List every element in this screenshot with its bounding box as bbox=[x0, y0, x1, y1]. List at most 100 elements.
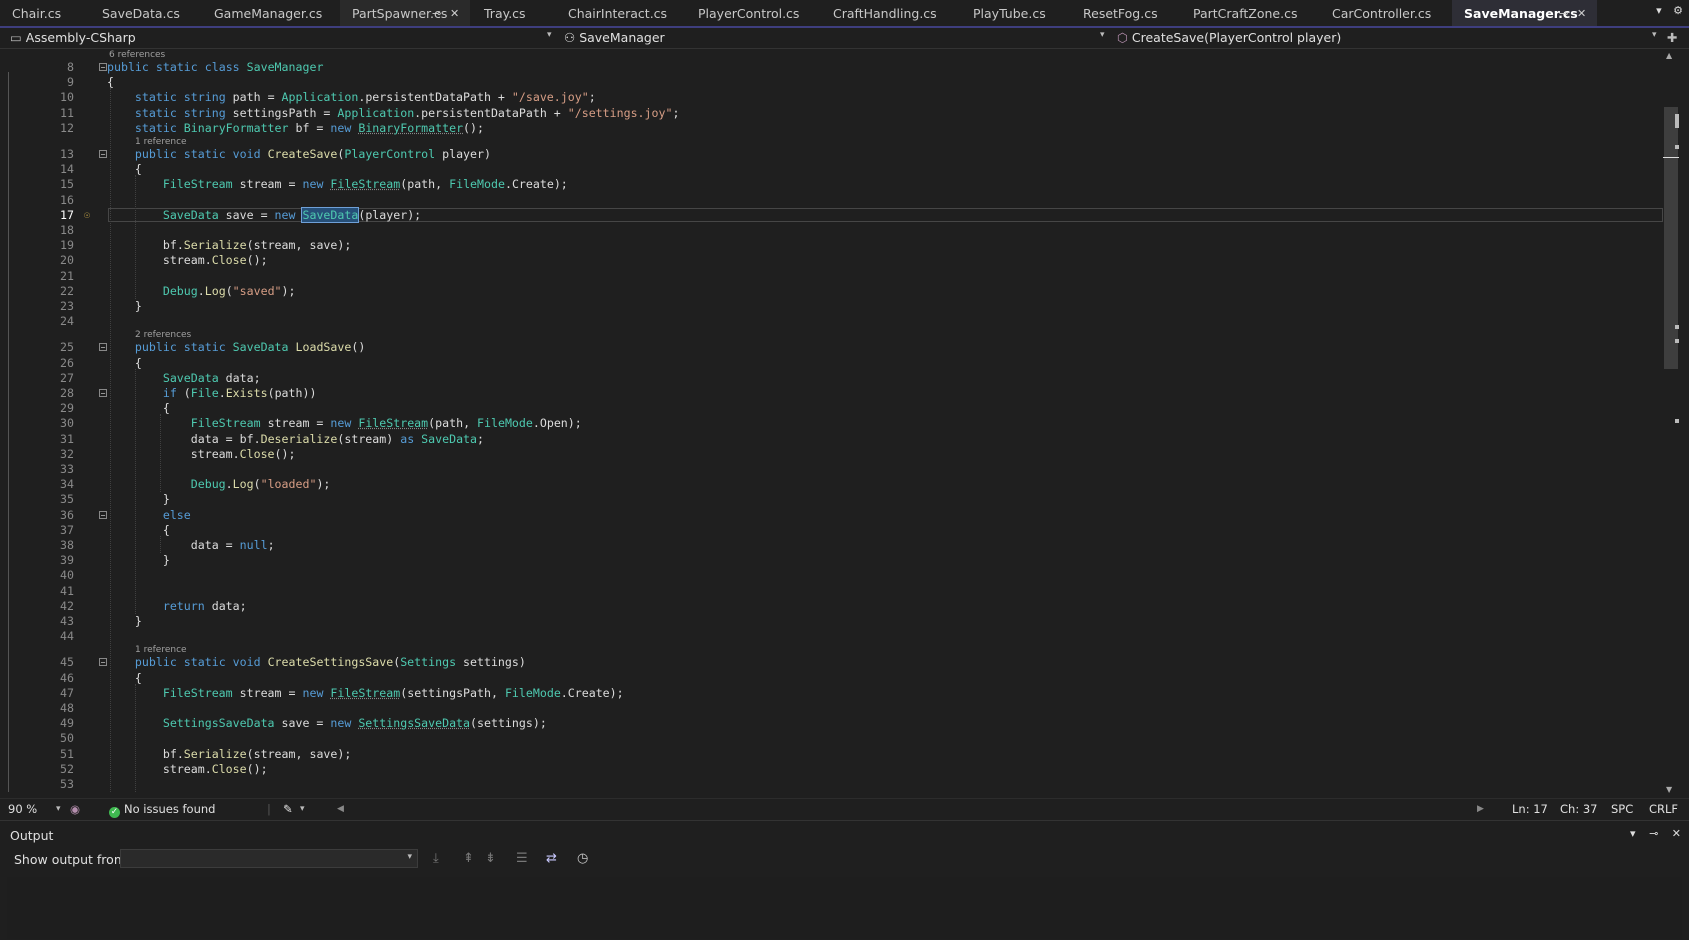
copilot-icon[interactable]: ◉ bbox=[70, 802, 80, 816]
collapse-icon[interactable]: − bbox=[99, 389, 107, 398]
code-line[interactable]: 25 − public static SaveData LoadSave() bbox=[8, 340, 1663, 355]
tab-save-data[interactable]: SaveData.cs bbox=[90, 0, 200, 26]
line-number[interactable]: Ln: 17 bbox=[1512, 802, 1548, 816]
output-text-area[interactable] bbox=[7, 877, 1682, 939]
collapse-icon[interactable]: − bbox=[99, 63, 107, 72]
code-line[interactable]: 47 FileStream stream = new FileStream(se… bbox=[8, 686, 1663, 701]
pin-icon[interactable]: ⊸ bbox=[1649, 827, 1658, 840]
pin-icon[interactable]: ⊸ bbox=[432, 0, 441, 26]
code-line[interactable]: 21 bbox=[8, 269, 1663, 284]
close-icon[interactable]: ✕ bbox=[450, 0, 459, 26]
collapse-icon[interactable]: − bbox=[99, 150, 107, 159]
zoom-level[interactable]: 90 % bbox=[8, 802, 37, 816]
code-line[interactable]: 37 { bbox=[8, 523, 1663, 538]
chevron-down-icon[interactable]: ▾ bbox=[547, 30, 552, 40]
code-line[interactable]: 13 − public static void CreateSave(Player… bbox=[8, 147, 1663, 162]
tab-game-manager[interactable]: GameManager.cs bbox=[202, 0, 338, 26]
code-line[interactable]: 33 bbox=[8, 462, 1663, 477]
word-wrap-icon[interactable]: ⇄ bbox=[546, 851, 557, 866]
code-line[interactable]: 16 bbox=[8, 193, 1663, 208]
tab-part-spawner[interactable]: PartSpawner.cs ⊸ ✕ bbox=[340, 0, 470, 26]
chevron-down-icon[interactable]: ▾ bbox=[1652, 30, 1657, 40]
split-editor-icon[interactable]: ✚ bbox=[1667, 30, 1677, 46]
code-line[interactable]: 49 SettingsSaveData save = new SettingsS… bbox=[8, 716, 1663, 731]
code-line[interactable]: 28− if (File.Exists(path)) bbox=[8, 386, 1663, 401]
code-line[interactable]: 20 stream.Close(); bbox=[8, 253, 1663, 268]
collapse-icon[interactable]: − bbox=[99, 658, 107, 667]
vertical-scrollbar[interactable]: ▲ ▼ bbox=[1663, 49, 1679, 797]
whitespace-mode[interactable]: SPC bbox=[1611, 802, 1633, 816]
lightbulb-icon[interactable]: ☉ bbox=[84, 208, 90, 223]
code-line[interactable]: 11 static string settingsPath = Applicat… bbox=[8, 106, 1663, 121]
code-line[interactable]: 32 stream.Close(); bbox=[8, 447, 1663, 462]
tab-player-control[interactable]: PlayerControl.cs bbox=[686, 0, 819, 26]
code-line[interactable]: 27 SaveData data; bbox=[8, 371, 1663, 386]
project-dropdown[interactable]: ▭ Assembly-CSharp bbox=[10, 30, 136, 46]
close-icon[interactable]: ✕ bbox=[1672, 827, 1681, 840]
code-line[interactable]: 9{ bbox=[8, 75, 1663, 90]
close-icon[interactable]: ✕ bbox=[1577, 0, 1586, 26]
clear-all-icon[interactable]: ☰ bbox=[516, 851, 528, 866]
code-line[interactable]: 36 − else bbox=[8, 508, 1663, 523]
class-dropdown[interactable]: ⚇ SaveManager bbox=[564, 30, 665, 46]
code-line[interactable]: 50 bbox=[8, 731, 1663, 746]
code-line[interactable]: 10 static string path = Application.pers… bbox=[8, 90, 1663, 105]
code-line[interactable]: 51 bf.Serialize(stream, save); bbox=[8, 747, 1663, 762]
code-line[interactable]: 35 } bbox=[8, 492, 1663, 507]
chevron-down-icon[interactable]: ▾ bbox=[1100, 30, 1105, 40]
codelens-references[interactable]: 1 reference bbox=[135, 137, 187, 147]
code-line[interactable]: 15 FileStream stream = new FileStream(pa… bbox=[8, 177, 1663, 192]
output-source-select[interactable]: ▾ bbox=[120, 849, 418, 868]
codelens-references[interactable]: 2 references bbox=[135, 330, 191, 340]
member-dropdown[interactable]: ⬡ CreateSave(PlayerControl player) bbox=[1117, 30, 1341, 46]
code-line[interactable]: 8 − public static class SaveManager bbox=[8, 60, 1663, 75]
previous-message-icon[interactable]: ⇞ bbox=[463, 851, 474, 866]
code-editor[interactable]: 6 references 8− public static class SaveMa… bbox=[8, 49, 1663, 797]
code-line[interactable]: 43 } bbox=[8, 614, 1663, 629]
clock-icon[interactable]: ◷ bbox=[577, 851, 588, 866]
tab-play-tube[interactable]: PlayTube.cs bbox=[961, 0, 1069, 26]
scroll-left-icon[interactable]: ◀ bbox=[337, 804, 344, 814]
tab-save-manager[interactable]: SaveManager.cs ⊸ ✕ bbox=[1452, 0, 1597, 26]
zoom-dropdown-icon[interactable]: ▾ bbox=[56, 804, 61, 814]
tab-tray[interactable]: Tray.cs bbox=[472, 0, 554, 26]
codelens-references[interactable]: 1 reference bbox=[135, 645, 187, 655]
code-cleanup-icon[interactable]: ✎ bbox=[283, 802, 293, 816]
code-line[interactable]: 24 bbox=[8, 314, 1663, 329]
code-line[interactable]: 53 bbox=[8, 777, 1663, 792]
code-line[interactable]: 48 bbox=[8, 701, 1663, 716]
code-line[interactable]: 31 data = bf.Deserialize(stream) as Save… bbox=[8, 432, 1663, 447]
tab-part-craft-zone[interactable]: PartCraftZone.cs bbox=[1181, 0, 1318, 26]
code-line[interactable]: 19 bf.Serialize(stream, save); bbox=[8, 238, 1663, 253]
settings-icon[interactable]: ⚙ bbox=[1673, 4, 1683, 17]
code-line[interactable]: 41 bbox=[8, 584, 1663, 599]
issues-indicator[interactable]: ✓ No issues found bbox=[109, 802, 215, 818]
scroll-right-icon[interactable]: ▶ bbox=[1477, 804, 1484, 814]
code-line[interactable]: 39 } bbox=[8, 553, 1663, 568]
find-message-icon[interactable]: ⤓ bbox=[433, 851, 439, 866]
code-line[interactable]: 45 − public static void CreateSettingsSav… bbox=[8, 655, 1663, 670]
code-line[interactable]: 12 static BinaryFormatter bf = new Binar… bbox=[8, 121, 1663, 136]
codelens-references[interactable]: 6 references bbox=[109, 50, 165, 60]
code-line[interactable]: 30 FileStream stream = new FileStream(pa… bbox=[8, 416, 1663, 431]
scroll-down-icon[interactable]: ▼ bbox=[1666, 785, 1672, 794]
collapse-icon[interactable]: − bbox=[99, 343, 107, 352]
tab-chair[interactable]: Chair.cs bbox=[0, 0, 88, 26]
tab-reset-fog[interactable]: ResetFog.cs bbox=[1071, 0, 1179, 26]
code-line[interactable]: 23 } bbox=[8, 299, 1663, 314]
code-line[interactable]: 17 ☉ SaveData save = new SaveData(player)… bbox=[8, 206, 1663, 223]
code-line[interactable]: 46 { bbox=[8, 671, 1663, 686]
next-message-icon[interactable]: ⇟ bbox=[485, 851, 496, 866]
tab-craft-handling[interactable]: CraftHandling.cs bbox=[821, 0, 959, 26]
code-line[interactable]: 26 { bbox=[8, 356, 1663, 371]
tab-overflow-icon[interactable]: ▾ bbox=[1656, 4, 1662, 17]
scroll-up-icon[interactable]: ▲ bbox=[1666, 51, 1672, 60]
pin-icon[interactable]: ⊸ bbox=[1559, 0, 1568, 26]
tab-car-controller[interactable]: CarController.cs bbox=[1320, 0, 1450, 26]
code-line[interactable]: 52 stream.Close(); bbox=[8, 762, 1663, 777]
code-line[interactable]: 44 bbox=[8, 629, 1663, 644]
collapse-icon[interactable]: − bbox=[99, 510, 107, 519]
code-line[interactable]: 34 Debug.Log("loaded"); bbox=[8, 477, 1663, 492]
code-line[interactable]: 38 data = null; bbox=[8, 538, 1663, 553]
code-line[interactable]: 14 { bbox=[8, 162, 1663, 177]
